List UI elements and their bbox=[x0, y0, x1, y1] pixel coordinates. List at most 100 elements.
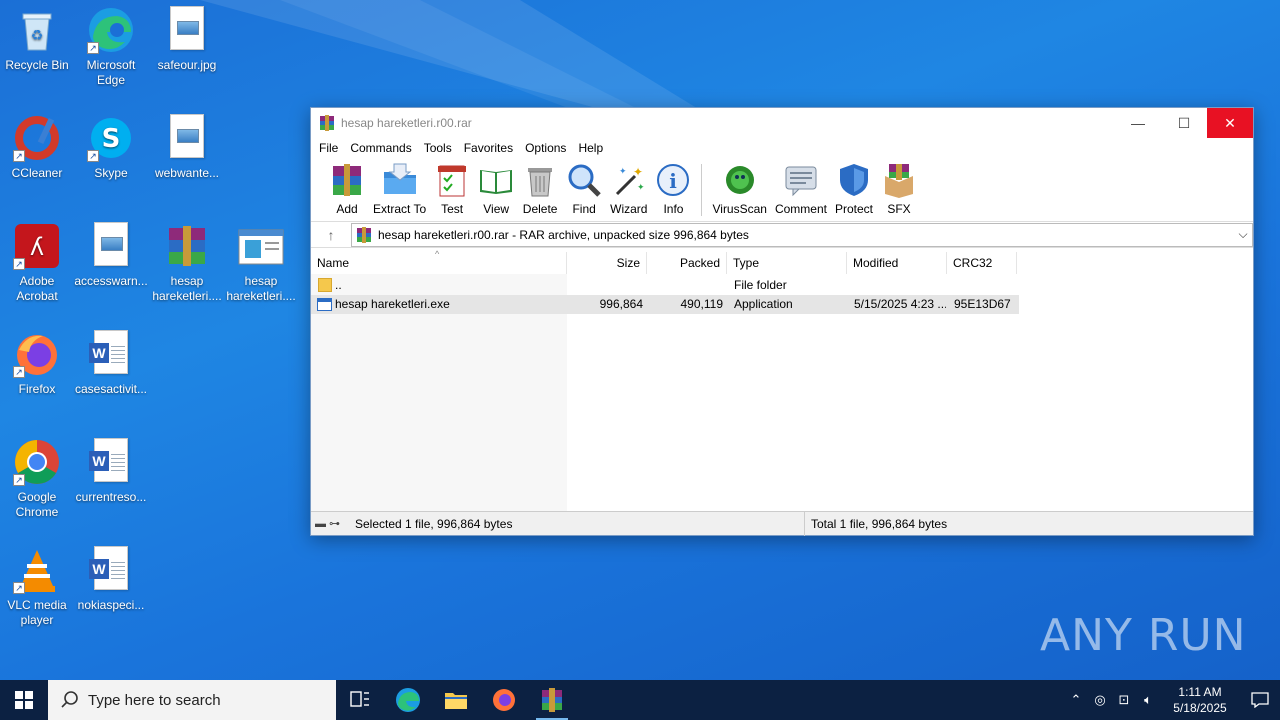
taskbar-winrar[interactable] bbox=[528, 680, 576, 720]
maximize-button[interactable]: ☐ bbox=[1161, 108, 1207, 138]
taskbar-search-box[interactable]: Type here to search bbox=[48, 680, 336, 720]
archive-path-field[interactable]: hesap hareketleri.r00.rar - RAR archive,… bbox=[351, 222, 1253, 247]
desktop-icon-label: currentreso... bbox=[75, 490, 147, 504]
desktop-icon-label: safeour.jpg bbox=[157, 58, 217, 72]
taskbar: Type here to search ⌃ ◎ ⊡ 🔈︎ 1:11 AM 5/1… bbox=[0, 680, 1280, 720]
meet-now-icon[interactable]: ◎ bbox=[1088, 692, 1112, 708]
add-button[interactable]: Add bbox=[325, 162, 369, 216]
menu-tools[interactable]: Tools bbox=[418, 141, 458, 155]
delete-button[interactable]: Delete bbox=[518, 162, 562, 216]
table-row[interactable]: hesap hareketleri.exe 996,864 490,119 Ap… bbox=[311, 295, 1019, 314]
desktop-icon-hesap-window[interactable]: hesap hareketleri.... bbox=[224, 216, 298, 304]
desktop-icon-label: Adobe Acrobat bbox=[16, 274, 58, 303]
extract-to-button[interactable]: Extract To bbox=[369, 162, 430, 216]
desktop-icon-label: Recycle Bin bbox=[5, 58, 69, 72]
desktop-icon-skype[interactable]: S ↗ Skype bbox=[74, 108, 148, 181]
sfx-box-icon bbox=[885, 164, 913, 198]
image-file-icon bbox=[87, 222, 135, 270]
desktop-icon-hesap-rar[interactable]: hesap hareketleri.... bbox=[150, 216, 224, 304]
find-button[interactable]: Find bbox=[562, 162, 606, 216]
test-checklist-icon bbox=[438, 165, 467, 197]
task-view-icon bbox=[350, 691, 369, 707]
menu-options[interactable]: Options bbox=[519, 141, 572, 155]
vlc-icon: ↗ bbox=[13, 546, 61, 594]
status-bar: ▬ ⊶ Selected 1 file, 996,864 bytes Total… bbox=[311, 511, 1253, 536]
volume-icon[interactable]: 🔈︎ bbox=[1136, 692, 1160, 708]
menu-commands[interactable]: Commands bbox=[344, 141, 417, 155]
desktop-icon-safeour[interactable]: safeour.jpg bbox=[150, 0, 224, 73]
search-icon bbox=[61, 691, 78, 708]
column-header-type[interactable]: Type bbox=[727, 252, 847, 274]
winrar-app-icon bbox=[542, 688, 562, 712]
wizard-button[interactable]: ✦ ✦ ✦ Wizard bbox=[606, 162, 651, 216]
desktop-icon-currentreso[interactable]: W currentreso... bbox=[74, 432, 148, 505]
menu-favorites[interactable]: Favorites bbox=[458, 141, 519, 155]
edge-icon: ↗ bbox=[87, 6, 135, 54]
desktop-icon-microsoft-edge[interactable]: ↗ Microsoft Edge bbox=[74, 0, 148, 88]
up-arrow-icon[interactable]: ↑ bbox=[311, 227, 351, 243]
desktop-icon-label: Skype bbox=[94, 166, 128, 180]
chrome-icon: ↗ bbox=[13, 438, 61, 486]
taskbar-file-explorer[interactable] bbox=[432, 680, 480, 720]
shortcut-arrow-icon: ↗ bbox=[13, 150, 25, 162]
column-header-crc32[interactable]: CRC32 bbox=[947, 252, 1017, 274]
watermark: ANY RUN bbox=[1040, 610, 1247, 661]
desktop-icon-label: Firefox bbox=[18, 382, 56, 396]
column-header-modified[interactable]: Modified bbox=[847, 252, 947, 274]
toolbar: Add Extract To Test View Delete Find ✦ ✦… bbox=[311, 158, 1253, 222]
desktop-icon-vlc[interactable]: ↗ VLC media player bbox=[0, 540, 74, 628]
taskbar-firefox[interactable] bbox=[480, 680, 528, 720]
image-file-icon bbox=[163, 6, 211, 54]
network-icon[interactable]: ⊡ bbox=[1112, 692, 1136, 708]
minimize-button[interactable]: — bbox=[1115, 108, 1161, 138]
edge-icon bbox=[396, 688, 420, 712]
magnifier-icon bbox=[568, 164, 601, 197]
svg-text:S: S bbox=[102, 124, 121, 154]
chevron-up-icon[interactable]: ⌃ bbox=[1064, 692, 1088, 708]
virusscan-button[interactable]: VirusScan bbox=[708, 162, 770, 216]
menu-file[interactable]: File bbox=[313, 141, 344, 155]
view-button[interactable]: View bbox=[474, 162, 518, 216]
system-tray: ⌃ ◎ ⊡ 🔈︎ 1:11 AM 5/18/2025 bbox=[1064, 680, 1280, 720]
column-header-size[interactable]: Size bbox=[567, 252, 647, 274]
desktop-icon-label: hesap hareketleri.... bbox=[152, 274, 222, 303]
desktop-icon-nokiaspeci[interactable]: W nokiaspeci... bbox=[74, 540, 148, 613]
desktop-icon-google-chrome[interactable]: ↗ Google Chrome bbox=[0, 432, 74, 520]
status-total: Total 1 file, 996,864 bytes bbox=[811, 516, 948, 531]
desktop-icon-recycle-bin[interactable]: ♻ Recycle Bin bbox=[0, 0, 74, 73]
sort-arrow-icon: ^ bbox=[435, 249, 440, 259]
desktop-icon-adobe-acrobat[interactable]: ʎ ↗ Adobe Acrobat bbox=[0, 216, 74, 304]
skype-icon: S ↗ bbox=[87, 114, 135, 162]
start-button[interactable] bbox=[0, 680, 48, 720]
sfx-button[interactable]: SFX bbox=[877, 162, 921, 216]
folder-icon bbox=[318, 278, 332, 292]
close-button[interactable]: ✕ bbox=[1207, 108, 1253, 138]
column-header-packed[interactable]: Packed bbox=[647, 252, 727, 274]
folder-icon bbox=[445, 693, 467, 709]
comment-button[interactable]: Comment bbox=[771, 162, 831, 216]
desktop-icon-accesswarn[interactable]: accesswarn... bbox=[74, 216, 148, 289]
protect-button[interactable]: Protect bbox=[831, 162, 877, 216]
test-button[interactable]: Test bbox=[430, 162, 474, 216]
title-bar[interactable]: hesap hareketleri.r00.rar — ☐ ✕ bbox=[311, 108, 1253, 138]
shortcut-arrow-icon: ↗ bbox=[13, 474, 25, 486]
word-document-icon: W bbox=[87, 546, 135, 594]
clock[interactable]: 1:11 AM 5/18/2025 bbox=[1160, 684, 1240, 716]
taskbar-edge[interactable] bbox=[384, 680, 432, 720]
desktop-icon-casesactivit[interactable]: W casesactivit... bbox=[74, 324, 148, 397]
chevron-down-icon[interactable]: ⌵ bbox=[1234, 227, 1252, 242]
info-button[interactable]: i Info bbox=[651, 162, 695, 216]
task-view-button[interactable] bbox=[336, 680, 384, 720]
drive-icons: ▬ ⊶ bbox=[315, 518, 341, 530]
desktop-icon-firefox[interactable]: ↗ Firefox bbox=[0, 324, 74, 397]
notification-button[interactable] bbox=[1240, 692, 1280, 708]
desktop-icon-ccleaner[interactable]: ↗ CCleaner bbox=[0, 108, 74, 181]
word-document-icon: W bbox=[87, 330, 135, 378]
table-row[interactable]: .. File folder bbox=[311, 276, 1019, 295]
cell-type: File folder bbox=[734, 278, 787, 292]
desktop-icon-webwante[interactable]: webwante... bbox=[150, 108, 224, 181]
desktop: ♻ Recycle Bin ↗ CCleaner ʎ ↗ Adobe Acrob… bbox=[0, 0, 1280, 680]
trash-icon bbox=[528, 168, 553, 197]
firefox-icon bbox=[493, 689, 515, 711]
menu-help[interactable]: Help bbox=[572, 141, 609, 155]
